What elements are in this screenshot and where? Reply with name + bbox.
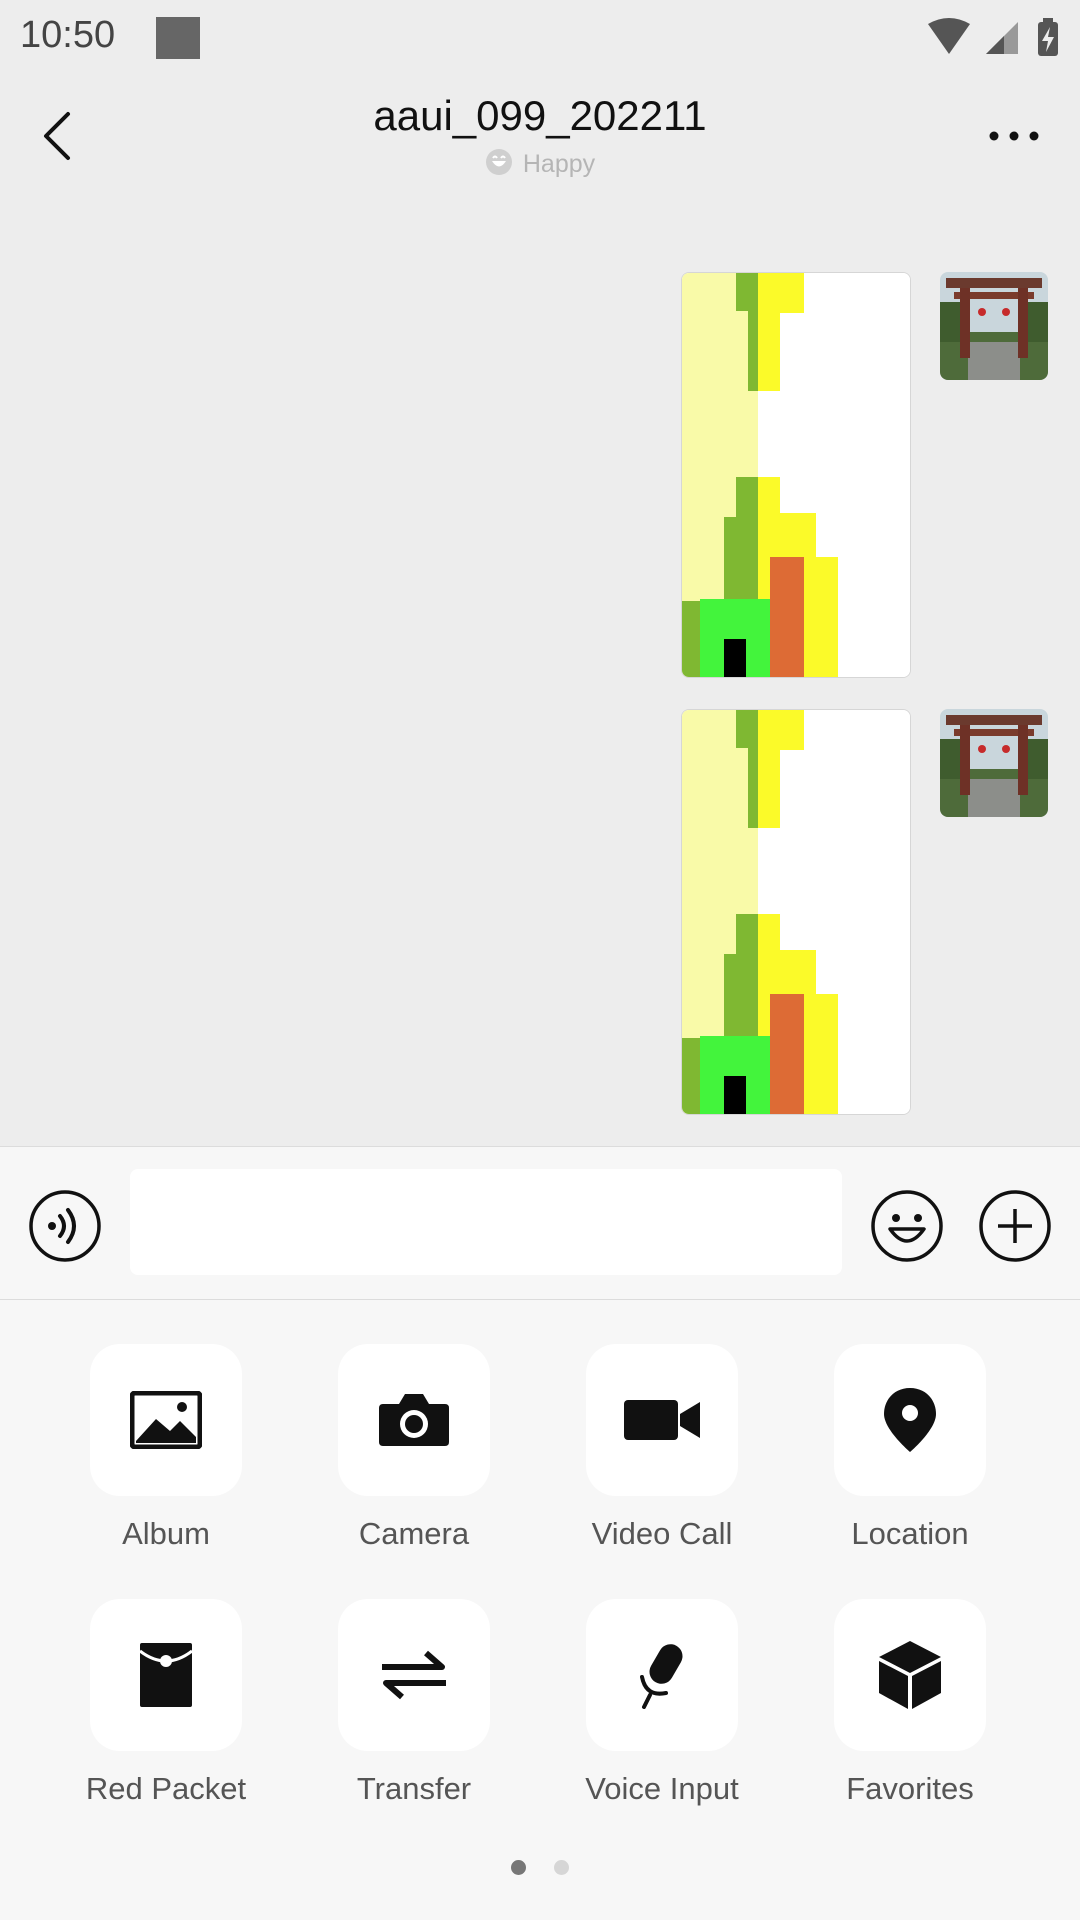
tool-label: Video Call (591, 1516, 733, 1551)
avatar[interactable] (940, 709, 1048, 817)
emoji-icon (871, 1190, 943, 1262)
tool-label: Voice Input (585, 1771, 739, 1806)
contact-status-text: Happy (522, 150, 596, 178)
tool-red-packet[interactable]: Red Packet (42, 1599, 290, 1807)
tool-favorites[interactable]: Favorites (786, 1599, 1034, 1807)
tool-voice-input-button[interactable] (586, 1599, 738, 1751)
tool-label: Camera (358, 1516, 470, 1551)
image-message-content (682, 273, 910, 677)
emoji-button[interactable] (870, 1189, 944, 1263)
page-indicator (0, 1860, 1080, 1880)
red-packet-icon (139, 1643, 193, 1707)
page-dot[interactable] (554, 1860, 569, 1875)
avatar-image (940, 272, 1048, 380)
camera-icon (379, 1394, 449, 1446)
status-icons (922, 16, 1062, 65)
message-image[interactable] (681, 272, 911, 678)
tool-label: Transfer (356, 1771, 472, 1806)
location-pin-icon (884, 1388, 936, 1452)
tool-label: Red Packet (85, 1771, 247, 1806)
notification-icon (156, 17, 200, 59)
wifi-icon (928, 18, 970, 54)
chat-title: aaui_099_202211 (373, 92, 707, 139)
tool-transfer[interactable]: Transfer (290, 1599, 538, 1807)
tool-camera-button[interactable] (338, 1344, 490, 1496)
message-input-bar (0, 1146, 1080, 1300)
tool-transfer-button[interactable] (338, 1599, 490, 1751)
more-options-button[interactable] (988, 126, 1040, 146)
tool-album[interactable]: Album (42, 1344, 290, 1552)
tool-label: Location (851, 1516, 969, 1551)
page-dot-active[interactable] (511, 1860, 526, 1875)
tool-label: Favorites (846, 1771, 974, 1806)
tool-favorites-button[interactable] (834, 1599, 986, 1751)
tool-album-button[interactable] (90, 1344, 242, 1496)
more-dots-icon (989, 131, 1039, 141)
cube-icon (879, 1641, 941, 1709)
tool-voice-input[interactable]: Voice Input (538, 1599, 786, 1807)
message-input[interactable] (130, 1169, 842, 1275)
tool-video-call[interactable]: Video Call (538, 1344, 786, 1552)
plus-circle-icon (979, 1190, 1051, 1262)
happy-face-icon (485, 148, 513, 183)
microphone-icon (640, 1644, 683, 1709)
transfer-arrows-icon (382, 1650, 446, 1700)
contact-status: Happy (0, 148, 1080, 183)
more-actions-button[interactable] (978, 1189, 1052, 1263)
signal-icon (986, 22, 1018, 54)
avatar-image (940, 709, 1048, 817)
video-camera-icon (624, 1400, 700, 1440)
battery-icon (1038, 18, 1058, 56)
tool-camera[interactable]: Camera (290, 1344, 538, 1552)
status-time: 10:50 (20, 14, 116, 56)
tool-location-button[interactable] (834, 1344, 986, 1496)
tool-location[interactable]: Location (786, 1344, 1034, 1552)
tool-label: Album (122, 1516, 210, 1551)
avatar[interactable] (940, 272, 1048, 380)
tool-video-call-button[interactable] (586, 1344, 738, 1496)
chat-header: aaui_099_202211 Happy (0, 80, 1080, 200)
image-message-content (682, 710, 910, 1114)
image-icon (130, 1391, 202, 1449)
tool-red-packet-button[interactable] (90, 1599, 242, 1751)
voice-icon (29, 1190, 101, 1262)
message-image[interactable] (681, 709, 911, 1115)
voice-mode-button[interactable] (28, 1189, 102, 1263)
status-bar: 10:50 (0, 0, 1080, 80)
